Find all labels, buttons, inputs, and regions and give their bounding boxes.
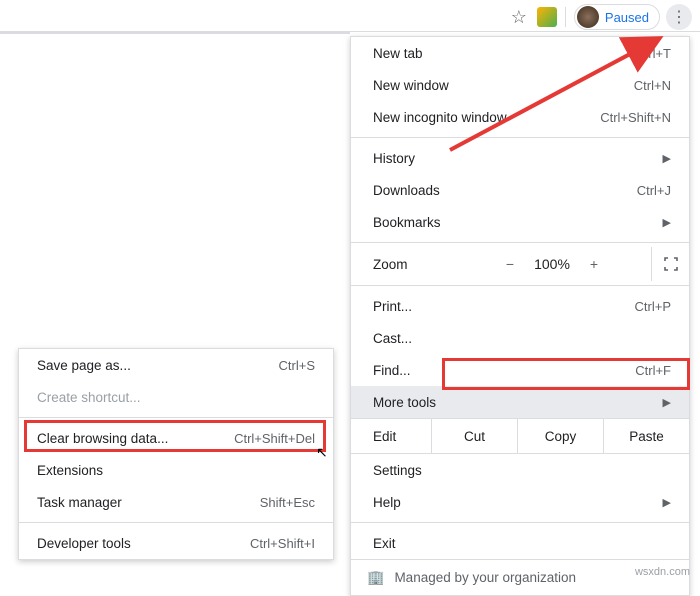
fullscreen-button[interactable]	[651, 247, 689, 281]
submenu-extensions[interactable]: Extensions	[19, 454, 333, 486]
menu-exit[interactable]: Exit	[351, 527, 689, 559]
menu-label: Help	[373, 495, 401, 510]
menu-print[interactable]: Print... Ctrl+P	[351, 290, 689, 322]
shortcut-text: Ctrl+Shift+Del	[234, 431, 315, 446]
menu-settings[interactable]: Settings	[351, 454, 689, 486]
shortcut-text: Ctrl+T	[635, 46, 671, 61]
shortcut-text: Ctrl+Shift+I	[250, 536, 315, 551]
shortcut-text: Ctrl+P	[635, 299, 671, 314]
chevron-right-icon: ▶	[663, 496, 671, 509]
menu-divider	[351, 522, 689, 523]
menu-label: Cast...	[373, 331, 412, 346]
menu-label: Find...	[373, 363, 411, 378]
menu-label: Task manager	[37, 495, 122, 510]
menu-more-tools[interactable]: More tools ▶	[351, 386, 689, 418]
paste-button[interactable]: Paste	[603, 419, 689, 453]
menu-edit-row: Edit Cut Copy Paste	[351, 418, 689, 454]
menu-new-window[interactable]: New window Ctrl+N	[351, 69, 689, 101]
menu-divider	[19, 522, 333, 523]
menu-label: History	[373, 151, 415, 166]
managed-label: Managed by your organization	[394, 570, 576, 585]
chrome-main-menu: New tab Ctrl+T New window Ctrl+N New inc…	[350, 36, 690, 596]
menu-downloads[interactable]: Downloads Ctrl+J	[351, 174, 689, 206]
zoom-out-button[interactable]: −	[506, 256, 514, 272]
shortcut-text: Ctrl+S	[279, 358, 315, 373]
edit-label: Edit	[351, 429, 431, 444]
menu-find[interactable]: Find... Ctrl+F	[351, 354, 689, 386]
menu-cast[interactable]: Cast...	[351, 322, 689, 354]
chevron-right-icon: ▶	[663, 216, 671, 229]
shortcut-text: Ctrl+J	[637, 183, 671, 198]
zoom-value: 100%	[534, 256, 570, 272]
menu-label: Bookmarks	[373, 215, 441, 230]
menu-label: Settings	[373, 463, 422, 478]
tab-strip-divider	[0, 32, 350, 40]
submenu-developer-tools[interactable]: Developer tools Ctrl+Shift+I	[19, 527, 333, 559]
menu-divider	[351, 137, 689, 138]
menu-label: Downloads	[373, 183, 440, 198]
watermark: wsxdn.com	[635, 566, 690, 578]
copy-button[interactable]: Copy	[517, 419, 603, 453]
menu-new-tab[interactable]: New tab Ctrl+T	[351, 37, 689, 69]
submenu-task-manager[interactable]: Task manager Shift+Esc	[19, 486, 333, 518]
menu-label: Clear browsing data...	[37, 431, 168, 446]
menu-new-incognito[interactable]: New incognito window Ctrl+Shift+N	[351, 101, 689, 133]
zoom-label: Zoom	[373, 257, 453, 272]
menu-label: More tools	[373, 395, 436, 410]
menu-divider	[19, 417, 333, 418]
menu-zoom-row: Zoom − 100% +	[351, 247, 689, 281]
menu-label: Print...	[373, 299, 412, 314]
shortcut-text: Ctrl+N	[634, 78, 671, 93]
fullscreen-icon	[664, 257, 678, 271]
chevron-right-icon: ▶	[663, 396, 671, 409]
menu-label: Save page as...	[37, 358, 131, 373]
sync-status: Paused	[605, 10, 649, 25]
menu-divider	[351, 285, 689, 286]
menu-label: Exit	[373, 536, 396, 551]
menu-label: New tab	[373, 46, 423, 61]
toolbar-separator	[565, 7, 566, 27]
menu-label: Create shortcut...	[37, 390, 141, 405]
menu-divider	[351, 242, 689, 243]
menu-history[interactable]: History ▶	[351, 142, 689, 174]
avatar	[577, 6, 599, 28]
bookmark-star-icon[interactable]: ☆	[507, 7, 531, 28]
menu-label: New incognito window	[373, 110, 507, 125]
menu-label: Developer tools	[37, 536, 131, 551]
submenu-save-page[interactable]: Save page as... Ctrl+S	[19, 349, 333, 381]
zoom-in-button[interactable]: +	[590, 256, 598, 272]
menu-label: New window	[373, 78, 449, 93]
menu-label: Extensions	[37, 463, 103, 478]
shortcut-text: Shift+Esc	[260, 495, 315, 510]
browser-toolbar: ☆ Paused ⋮	[0, 0, 700, 32]
building-icon: 🏢	[367, 569, 384, 586]
submenu-create-shortcut: Create shortcut...	[19, 381, 333, 413]
shortcut-text: Ctrl+F	[635, 363, 671, 378]
shortcut-text: Ctrl+Shift+N	[600, 110, 671, 125]
submenu-clear-browsing-data[interactable]: Clear browsing data... Ctrl+Shift+Del	[19, 422, 333, 454]
profile-chip[interactable]: Paused	[574, 4, 660, 30]
kebab-menu-icon[interactable]: ⋮	[666, 4, 692, 30]
cut-button[interactable]: Cut	[431, 419, 517, 453]
chevron-right-icon: ▶	[663, 152, 671, 165]
more-tools-submenu: Save page as... Ctrl+S Create shortcut..…	[18, 348, 334, 560]
extension-email-icon[interactable]	[537, 7, 557, 27]
menu-bookmarks[interactable]: Bookmarks ▶	[351, 206, 689, 238]
menu-help[interactable]: Help ▶	[351, 486, 689, 518]
